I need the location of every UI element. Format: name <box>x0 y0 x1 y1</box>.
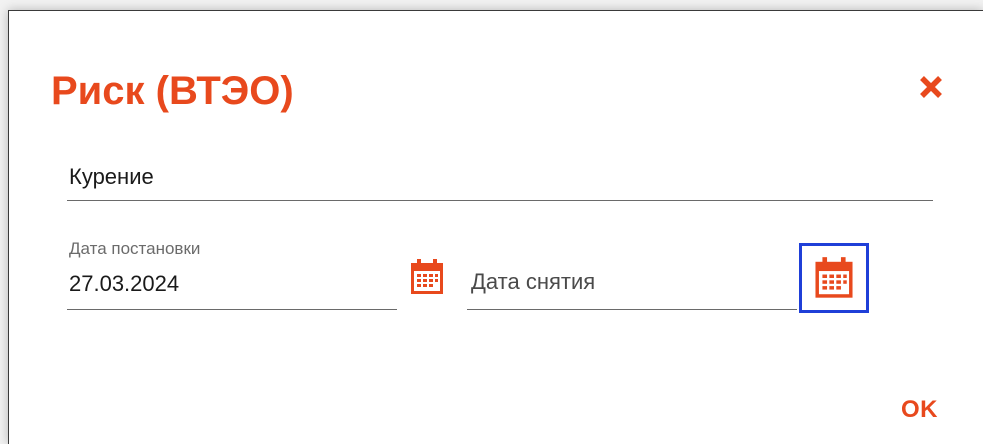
close-button[interactable] <box>913 69 949 105</box>
close-icon <box>920 76 942 98</box>
date-start-label: Дата постановки <box>69 239 201 258</box>
calendar-icon <box>815 257 853 298</box>
risk-field-underline <box>67 200 933 201</box>
dialog-title: Риск (ВТЭО) <box>51 69 294 113</box>
ok-button[interactable]: OK <box>901 396 938 424</box>
date-end-calendar-button[interactable] <box>799 243 869 313</box>
risk-field[interactable]: Курение <box>67 156 933 201</box>
risk-dialog: Риск (ВТЭО) Курение Дата постановки 27.0… <box>8 10 983 444</box>
date-start-value: 27.03.2024 <box>69 271 180 296</box>
date-end-underline <box>467 309 797 310</box>
calendar-icon <box>411 259 443 294</box>
date-start-calendar-button[interactable] <box>407 257 447 297</box>
date-end-placeholder: Дата снятия <box>471 269 596 294</box>
date-start-field[interactable]: Дата постановки 27.03.2024 <box>67 239 397 310</box>
risk-field-value: Курение <box>69 164 154 189</box>
date-start-underline <box>67 309 397 310</box>
date-end-field[interactable]: Дата снятия <box>467 257 797 310</box>
